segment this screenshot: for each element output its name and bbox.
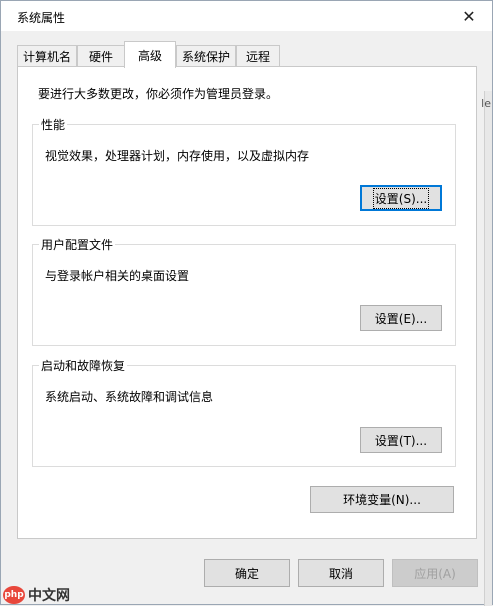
performance-settings-label: 设置(S)... (372, 187, 430, 209)
tab-remote[interactable]: 远程 (236, 45, 280, 67)
watermark-text: 中文网 (28, 588, 70, 604)
startup-recovery-group-title: 启动和故障恢复 (39, 357, 128, 374)
user-profiles-description: 与登录帐户相关的桌面设置 (45, 269, 190, 283)
window-title: 系统属性 (17, 11, 66, 25)
performance-group-title: 性能 (39, 116, 68, 133)
background-window-edge (484, 91, 492, 606)
tab-system-protection[interactable]: 系统保护 (176, 45, 236, 67)
performance-group: 性能 视觉效果，处理器计划，内存使用，以及虚拟内存 设置(S)... (32, 116, 456, 226)
tab-advanced[interactable]: 高级 (124, 41, 176, 68)
startup-recovery-settings-button[interactable]: 设置(T)... (360, 427, 442, 453)
user-profiles-group-title: 用户配置文件 (39, 236, 116, 253)
ok-button[interactable]: 确定 (204, 559, 290, 587)
tab-computer-name[interactable]: 计算机名 (17, 45, 77, 67)
close-icon: ✕ (462, 6, 476, 26)
background-window-text: le (481, 97, 491, 110)
startup-recovery-settings-label: 设置(T)... (374, 433, 428, 448)
user-profiles-group: 用户配置文件 与登录帐户相关的桌面设置 设置(E)... (32, 236, 456, 346)
performance-description: 视觉效果，处理器计划，内存使用，以及虚拟内存 (45, 149, 310, 163)
user-profiles-settings-label: 设置(E)... (374, 311, 428, 326)
system-properties-dialog: 系统属性 ✕ 计算机名 硬件 高级 系统保护 远程 要进行大多数更改，你必须作为… (0, 0, 493, 606)
tab-hardware[interactable]: 硬件 (77, 45, 125, 67)
title-bar: 系统属性 ✕ (1, 1, 492, 31)
environment-variables-label: 环境变量(N)... (343, 493, 421, 507)
environment-variables-button[interactable]: 环境变量(N)... (310, 486, 454, 513)
startup-recovery-description: 系统启动、系统故障和调试信息 (45, 390, 214, 404)
watermark: php 中文网 (3, 584, 83, 606)
close-button[interactable]: ✕ (446, 1, 492, 31)
admin-notice: 要进行大多数更改，你必须作为管理员登录。 (38, 87, 279, 101)
user-profiles-settings-button[interactable]: 设置(E)... (360, 305, 442, 331)
cancel-button[interactable]: 取消 (298, 559, 384, 587)
advanced-tab-panel: 要进行大多数更改，你必须作为管理员登录。 性能 视觉效果，处理器计划，内存使用，… (17, 66, 477, 539)
ok-label: 确定 (234, 566, 259, 581)
php-logo-icon: php (3, 586, 25, 604)
startup-recovery-group: 启动和故障恢复 系统启动、系统故障和调试信息 设置(T)... (32, 357, 456, 467)
apply-label: 应用(A) (414, 566, 456, 581)
cancel-label: 取消 (328, 566, 353, 581)
apply-button[interactable]: 应用(A) (392, 559, 478, 587)
performance-settings-button[interactable]: 设置(S)... (360, 185, 442, 211)
